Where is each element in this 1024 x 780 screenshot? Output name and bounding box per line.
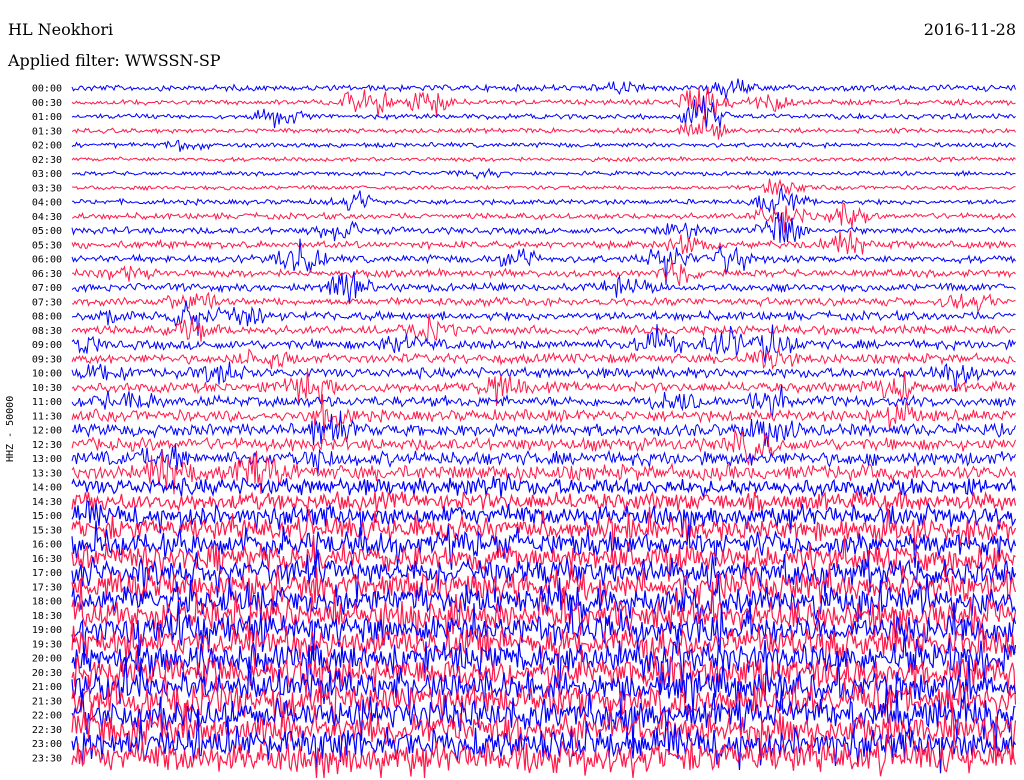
trace-line bbox=[71, 230, 1016, 255]
helicorder-plot: 00:00 00:30 01:00 01:30 02:00 02:30 03:00 03:30… bbox=[32, 78, 1017, 779]
trace-line bbox=[71, 202, 1016, 233]
time-tick-label: 20:00 bbox=[32, 654, 62, 665]
time-tick-label: 01:00 bbox=[32, 112, 62, 123]
time-tick-label: 16:00 bbox=[32, 540, 62, 551]
time-tick-label: 14:30 bbox=[32, 497, 62, 508]
trace-line bbox=[71, 313, 1016, 342]
time-tick-label: 04:00 bbox=[32, 198, 62, 209]
trace-line bbox=[71, 271, 1016, 305]
time-tick-label: 18:30 bbox=[32, 611, 62, 622]
time-tick-label: 17:30 bbox=[32, 582, 62, 593]
time-tick-label: 14:00 bbox=[32, 483, 62, 494]
time-tick-label: 00:00 bbox=[32, 84, 62, 95]
trace-line bbox=[71, 385, 1016, 418]
trace-line bbox=[71, 115, 1016, 140]
time-tick-label: 09:30 bbox=[32, 354, 62, 365]
time-tick-label: 07:30 bbox=[32, 297, 62, 308]
trace-line bbox=[71, 167, 1016, 180]
time-tick-label: 03:30 bbox=[32, 183, 62, 194]
trace-line bbox=[71, 155, 1016, 163]
time-tick-label: 11:30 bbox=[32, 411, 62, 422]
time-tick-label: 18:00 bbox=[32, 597, 62, 608]
trace-line bbox=[71, 348, 1016, 370]
time-tick-label: 08:30 bbox=[32, 326, 62, 337]
time-tick-label: 22:30 bbox=[32, 725, 62, 736]
time-tick-label: 20:30 bbox=[32, 668, 62, 679]
time-tick-label: 05:00 bbox=[32, 226, 62, 237]
trace-line bbox=[72, 185, 1016, 214]
trace-group bbox=[71, 78, 1017, 779]
time-tick-label: 03:00 bbox=[32, 169, 62, 180]
time-tick-label: 17:00 bbox=[32, 568, 62, 579]
time-tick-label: 02:30 bbox=[32, 155, 62, 166]
time-tick-label: 01:30 bbox=[32, 126, 62, 137]
time-tick-label: 02:00 bbox=[32, 141, 62, 152]
time-tick-label: 06:30 bbox=[32, 269, 62, 280]
trace-line bbox=[71, 212, 1016, 243]
time-tick-label: 08:00 bbox=[32, 312, 62, 323]
time-tick-label: 19:30 bbox=[32, 639, 62, 650]
time-tick-label: 23:00 bbox=[32, 739, 62, 750]
time-tick-label: 04:30 bbox=[32, 212, 62, 223]
time-tick-label: 13:30 bbox=[32, 468, 62, 479]
time-tick-label: 10:00 bbox=[32, 369, 62, 380]
time-tick-label: 15:30 bbox=[32, 525, 62, 536]
time-tick-label: 19:00 bbox=[32, 625, 62, 636]
time-tick-label: 16:30 bbox=[32, 554, 62, 565]
trace-line bbox=[71, 291, 1016, 312]
tick-label-group: 00:00 00:30 01:00 01:30 02:00 02:30 03:00 03:30… bbox=[32, 84, 62, 765]
time-tick-label: 15:00 bbox=[32, 511, 62, 522]
trace-line bbox=[71, 178, 1016, 196]
time-tick-label: 11:00 bbox=[32, 397, 62, 408]
trace-line bbox=[71, 86, 1016, 119]
time-tick-label: 23:30 bbox=[32, 753, 62, 764]
time-tick-label: 06:00 bbox=[32, 255, 62, 266]
time-tick-label: 00:30 bbox=[32, 98, 62, 109]
trace-line bbox=[71, 78, 1016, 100]
trace-line bbox=[71, 139, 1016, 152]
time-tick-label: 07:00 bbox=[32, 283, 62, 294]
time-tick-label: 12:30 bbox=[32, 440, 62, 451]
time-tick-label: 21:30 bbox=[32, 696, 62, 707]
time-tick-label: 22:00 bbox=[32, 711, 62, 722]
time-tick-label: 13:00 bbox=[32, 454, 62, 465]
time-tick-label: 10:30 bbox=[32, 383, 62, 394]
trace-line bbox=[71, 259, 1016, 287]
time-tick-label: 12:00 bbox=[32, 426, 62, 437]
time-tick-label: 05:30 bbox=[32, 240, 62, 251]
time-tick-label: 09:00 bbox=[32, 340, 62, 351]
time-tick-label: 21:00 bbox=[32, 682, 62, 693]
